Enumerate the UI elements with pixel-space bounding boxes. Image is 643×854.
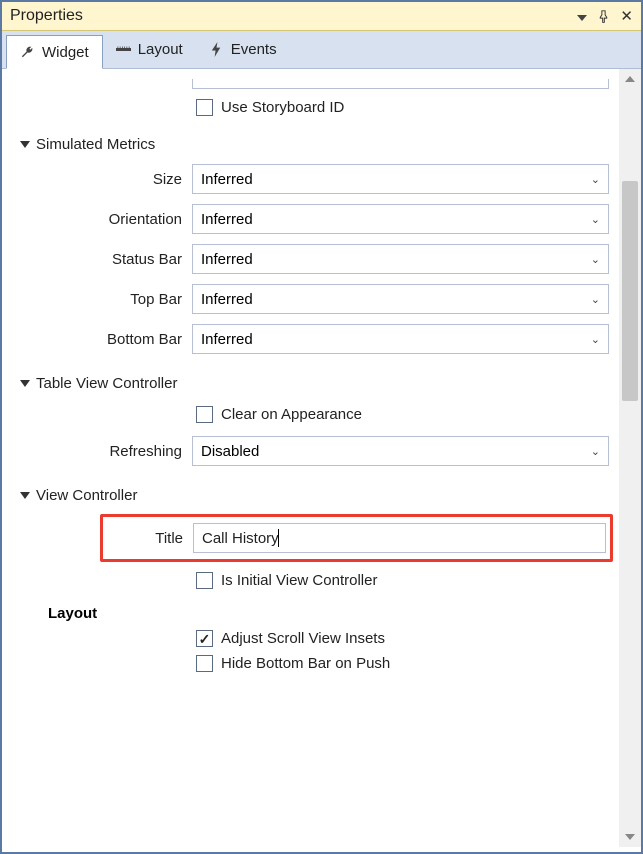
title-input-value: Call History bbox=[202, 530, 279, 547]
scroll-up-icon[interactable] bbox=[619, 69, 641, 89]
use-storyboard-id-label: Use Storyboard ID bbox=[221, 99, 344, 116]
size-select-value: Inferred bbox=[201, 171, 253, 188]
is-initial-vc-row: Is Initial View Controller bbox=[2, 568, 619, 593]
panel-body: Use Storyboard ID Simulated Metrics Size… bbox=[2, 69, 641, 847]
vertical-scrollbar[interactable] bbox=[619, 69, 641, 847]
is-initial-vc-checkbox[interactable] bbox=[196, 572, 213, 589]
section-view-controller[interactable]: View Controller bbox=[2, 471, 619, 510]
bottom-bar-select-value: Inferred bbox=[201, 331, 253, 348]
tab-layout-label: Layout bbox=[138, 41, 183, 58]
disclosure-icon bbox=[20, 380, 30, 387]
layout-subheader: Layout bbox=[2, 593, 619, 626]
chevron-down-icon: ⌄ bbox=[591, 293, 600, 306]
orientation-select-value: Inferred bbox=[201, 211, 253, 228]
status-bar-select-value: Inferred bbox=[201, 251, 253, 268]
title-label: Title bbox=[107, 530, 193, 547]
dropdown-icon[interactable] bbox=[577, 8, 587, 25]
lightning-icon bbox=[209, 42, 224, 57]
chevron-down-icon: ⌄ bbox=[591, 333, 600, 346]
orientation-select[interactable]: Inferred ⌄ bbox=[192, 204, 609, 234]
chevron-down-icon: ⌄ bbox=[591, 213, 600, 226]
status-bar-select[interactable]: Inferred ⌄ bbox=[192, 244, 609, 274]
bottom-bar-select[interactable]: Inferred ⌄ bbox=[192, 324, 609, 354]
section-table-vc-label: Table View Controller bbox=[36, 375, 177, 392]
section-simulated-metrics[interactable]: Simulated Metrics bbox=[2, 120, 619, 159]
titlebar-controls: ✕ bbox=[577, 7, 633, 25]
close-icon[interactable]: ✕ bbox=[620, 7, 633, 25]
pin-icon[interactable] bbox=[597, 10, 610, 23]
refreshing-select[interactable]: Disabled ⌄ bbox=[192, 436, 609, 466]
ruler-icon bbox=[116, 42, 131, 57]
clear-on-appearance-checkbox[interactable] bbox=[196, 406, 213, 423]
clear-on-appearance-row: Clear on Appearance bbox=[2, 398, 619, 431]
adjust-scroll-insets-checkbox[interactable] bbox=[196, 630, 213, 647]
scroll-track[interactable] bbox=[619, 89, 641, 827]
top-bar-label: Top Bar bbox=[2, 291, 192, 308]
size-label: Size bbox=[2, 171, 192, 188]
scroll-thumb[interactable] bbox=[622, 181, 638, 401]
refreshing-label: Refreshing bbox=[2, 443, 192, 460]
size-select[interactable]: Inferred ⌄ bbox=[192, 164, 609, 194]
use-storyboard-id-checkbox[interactable] bbox=[196, 99, 213, 116]
scroll-down-icon[interactable] bbox=[619, 827, 641, 847]
text-cursor-icon bbox=[278, 529, 279, 547]
clear-on-appearance-label: Clear on Appearance bbox=[221, 406, 362, 423]
use-storyboard-id-row: Use Storyboard ID bbox=[2, 95, 619, 120]
section-simulated-metrics-label: Simulated Metrics bbox=[36, 136, 155, 153]
adjust-scroll-insets-row: Adjust Scroll View Insets bbox=[2, 626, 619, 651]
tab-layout[interactable]: Layout bbox=[103, 31, 196, 68]
hide-bottom-bar-checkbox[interactable] bbox=[196, 655, 213, 672]
panel-title: Properties bbox=[10, 7, 83, 25]
properties-content: Use Storyboard ID Simulated Metrics Size… bbox=[2, 69, 619, 847]
wrench-icon bbox=[20, 45, 35, 60]
chevron-down-icon: ⌄ bbox=[591, 445, 600, 458]
tab-widget[interactable]: Widget bbox=[6, 35, 103, 69]
title-input[interactable]: Call History bbox=[193, 523, 606, 553]
tab-events-label: Events bbox=[231, 41, 277, 58]
tab-widget-label: Widget bbox=[42, 44, 89, 61]
hide-bottom-bar-row: Hide Bottom Bar on Push bbox=[2, 651, 619, 676]
tab-bar: Widget Layout Events bbox=[2, 31, 641, 69]
hide-bottom-bar-label: Hide Bottom Bar on Push bbox=[221, 655, 390, 672]
section-table-view-controller[interactable]: Table View Controller bbox=[2, 359, 619, 398]
top-bar-select[interactable]: Inferred ⌄ bbox=[192, 284, 609, 314]
section-view-controller-label: View Controller bbox=[36, 487, 137, 504]
tab-events[interactable]: Events bbox=[196, 31, 290, 68]
is-initial-vc-label: Is Initial View Controller bbox=[221, 572, 377, 589]
disclosure-icon bbox=[20, 492, 30, 499]
status-bar-label: Status Bar bbox=[2, 251, 192, 268]
bottom-bar-label: Bottom Bar bbox=[2, 331, 192, 348]
chevron-down-icon: ⌄ bbox=[591, 173, 600, 186]
refreshing-select-value: Disabled bbox=[201, 443, 259, 460]
chevron-down-icon: ⌄ bbox=[591, 253, 600, 266]
disclosure-icon bbox=[20, 141, 30, 148]
orientation-label: Orientation bbox=[2, 211, 192, 228]
top-bar-select-value: Inferred bbox=[201, 291, 253, 308]
panel-titlebar: Properties ✕ bbox=[2, 2, 641, 31]
title-row-highlight: Title Call History bbox=[100, 514, 613, 562]
adjust-scroll-insets-label: Adjust Scroll View Insets bbox=[221, 630, 385, 647]
